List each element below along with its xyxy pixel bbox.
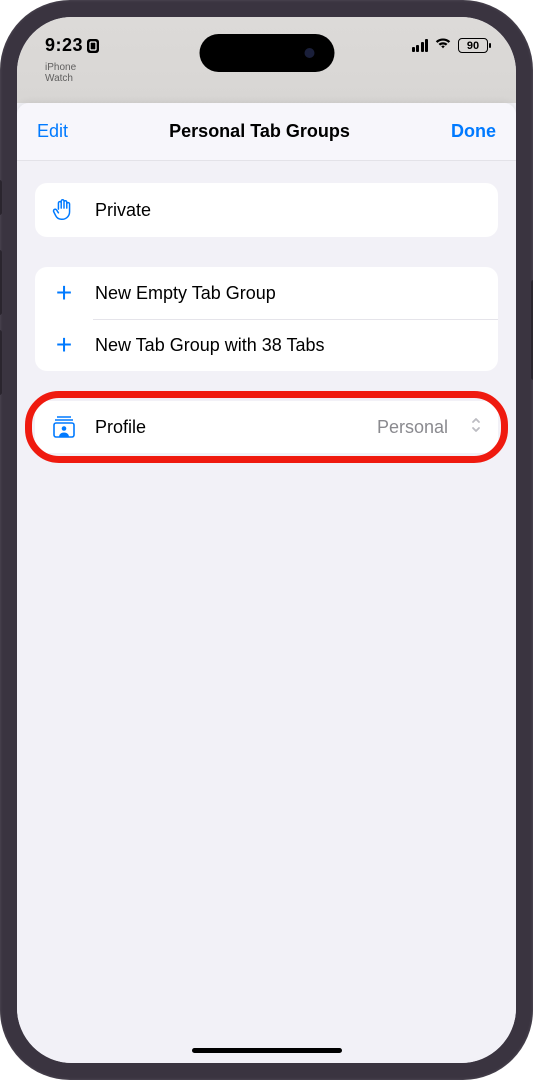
new-empty-label: New Empty Tab Group xyxy=(95,283,482,304)
new-with-tabs-label: New Tab Group with 38 Tabs xyxy=(95,335,482,356)
profile-icon xyxy=(51,415,77,439)
edit-button[interactable]: Edit xyxy=(37,121,68,142)
volume-up-button[interactable] xyxy=(0,250,2,315)
battery-icon: 90 xyxy=(458,38,488,53)
plus-icon: + xyxy=(51,335,77,355)
actions-card: + New Empty Tab Group + New Tab Group wi… xyxy=(35,267,498,371)
status-time: 9:23 xyxy=(45,35,99,56)
sheet-content: Private + New Empty Tab Group + New Tab … xyxy=(17,161,516,475)
chevron-up-down-icon xyxy=(470,416,482,439)
profile-row[interactable]: Profile Personal xyxy=(35,401,498,453)
volume-down-button[interactable] xyxy=(0,330,2,395)
tab-groups-sheet: Edit Personal Tab Groups Done Private xyxy=(17,103,516,1063)
screen: 9:23 90 iPhone Watch xyxy=(17,17,516,1063)
hand-icon xyxy=(51,197,77,223)
battery-level: 90 xyxy=(467,40,479,52)
private-label: Private xyxy=(95,200,482,221)
highlight-ring: Profile Personal xyxy=(35,401,498,453)
new-tab-group-with-tabs-row[interactable]: + New Tab Group with 38 Tabs xyxy=(35,319,498,371)
rotation-lock-icon xyxy=(87,39,99,53)
sheet-header: Edit Personal Tab Groups Done xyxy=(17,103,516,161)
dynamic-island xyxy=(199,34,334,72)
private-card: Private xyxy=(35,183,498,237)
mute-switch[interactable] xyxy=(0,180,2,215)
phone-frame: 9:23 90 iPhone Watch xyxy=(0,0,533,1080)
sheet-title: Personal Tab Groups xyxy=(169,121,350,142)
cellular-icon xyxy=(412,39,429,52)
wifi-icon xyxy=(434,36,452,55)
profile-value: Personal xyxy=(377,417,448,438)
status-right: 90 xyxy=(412,36,489,55)
done-button[interactable]: Done xyxy=(451,121,496,142)
plus-icon: + xyxy=(51,283,77,303)
profile-label: Profile xyxy=(95,417,359,438)
new-empty-tab-group-row[interactable]: + New Empty Tab Group xyxy=(35,267,498,319)
private-row[interactable]: Private xyxy=(35,183,498,237)
profile-card: Profile Personal xyxy=(35,401,498,453)
time-text: 9:23 xyxy=(45,35,83,56)
home-indicator[interactable] xyxy=(192,1048,342,1053)
